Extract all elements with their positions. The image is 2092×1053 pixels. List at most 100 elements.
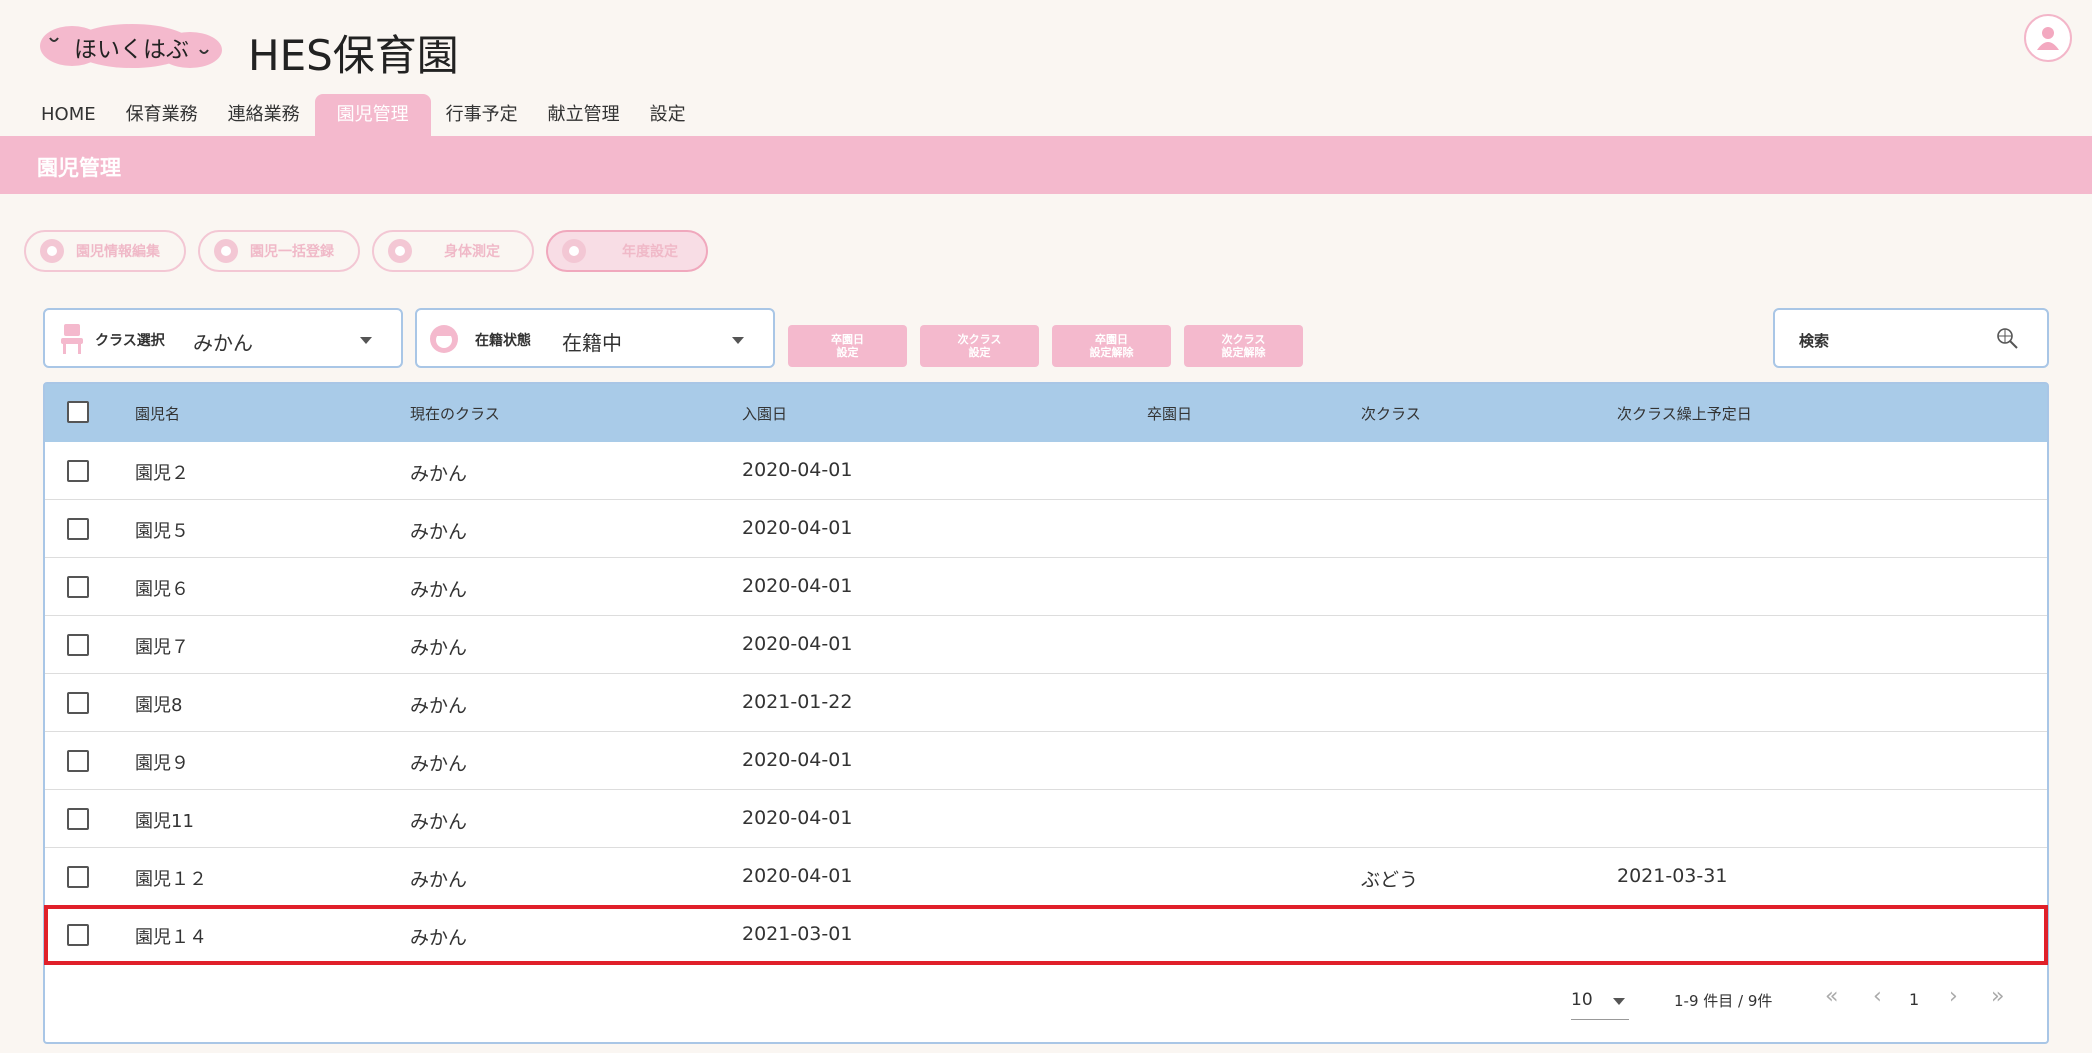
button-line: 設定 xyxy=(968,346,991,359)
star-icon xyxy=(562,239,586,263)
button-line: 設定 xyxy=(836,346,859,359)
chair-icon xyxy=(61,324,83,354)
user-icon xyxy=(2037,27,2059,50)
nav-menu[interactable]: 献立管理 xyxy=(533,94,635,136)
table-header: 園児名 現在のクラス 入園日 卒園日 次クラス 次クラス繰上予定日 xyxy=(45,384,2047,442)
main-nav: HOME 保育業務 連絡業務 園児管理 行事予定 献立管理 設定 xyxy=(26,94,701,136)
nav-settings[interactable]: 設定 xyxy=(635,94,701,136)
cell-entry-date: 2020-04-01 xyxy=(742,633,853,655)
table-row[interactable]: 園児９ みかん 2020-04-01 xyxy=(45,732,2047,790)
page-banner xyxy=(0,136,2092,194)
cell-entry-date: 2021-03-01 xyxy=(742,923,853,945)
status-select-label: 在籍状態 xyxy=(475,333,531,349)
select-all-checkbox[interactable] xyxy=(67,401,89,423)
row-checkbox[interactable] xyxy=(67,750,89,772)
cell-name: 園児６ xyxy=(135,579,189,600)
next-class-set-button[interactable]: 次クラス 設定 xyxy=(920,325,1039,367)
table-row[interactable]: 園児２ みかん 2020-04-01 xyxy=(45,442,2047,500)
nav-home[interactable]: HOME xyxy=(26,94,111,136)
nav-childcare[interactable]: 保育業務 xyxy=(111,94,213,136)
table-row[interactable]: 園児１２ みかん 2020-04-01 ぶどう 2021-03-31 xyxy=(45,848,2047,906)
cell-name: 園児１２ xyxy=(135,869,207,890)
pager-range: 1-9 件目 / 9件 xyxy=(1674,992,1773,1010)
cell-entry-date: 2020-04-01 xyxy=(742,575,853,597)
body-measure-button[interactable]: 身体測定 xyxy=(372,230,534,272)
row-checkbox[interactable] xyxy=(67,518,89,540)
last-page-icon[interactable]: » xyxy=(1991,984,2004,1009)
col-next-class[interactable]: 次クラス xyxy=(1361,403,1421,424)
year-setting-label: 年度設定 xyxy=(622,244,678,260)
row-checkbox[interactable] xyxy=(67,460,89,482)
bulk-register-button[interactable]: 園児一括登録 xyxy=(198,230,360,272)
child-icon xyxy=(40,239,64,263)
class-select[interactable]: クラス選択 みかん xyxy=(43,308,403,368)
table-row[interactable]: 園児７ みかん 2020-04-01 xyxy=(45,616,2047,674)
cell-entry-date: 2020-04-01 xyxy=(742,865,853,887)
logo-text: ほいくはぶ xyxy=(74,37,189,63)
bulk-register-label: 園児一括登録 xyxy=(250,244,334,260)
table-row[interactable]: 園児8 みかん 2021-01-22 xyxy=(45,674,2047,732)
chevron-down-icon xyxy=(1613,998,1625,1005)
cell-entry-date: 2020-04-01 xyxy=(742,807,853,829)
col-current-class[interactable]: 現在のクラス xyxy=(410,403,500,424)
cell-current-class: みかん xyxy=(410,753,468,775)
status-select[interactable]: 在籍状態 在籍中 xyxy=(415,308,775,368)
chevron-down-icon xyxy=(360,337,372,344)
next-page-icon[interactable]: › xyxy=(1949,984,1958,1009)
cell-current-class: みかん xyxy=(410,927,468,949)
search-label: 検索 xyxy=(1799,332,1830,350)
chevron-down-icon xyxy=(732,337,744,344)
cell-next-class-date: 2021-03-31 xyxy=(1617,865,1728,887)
edit-child-info-label: 園児情報編集 xyxy=(76,244,160,260)
button-line: 設定解除 xyxy=(1221,346,1266,359)
table-row[interactable]: 園児５ みかん 2020-04-01 xyxy=(45,500,2047,558)
cell-current-class: みかん xyxy=(410,463,468,485)
nav-child-management[interactable]: 園児管理 xyxy=(314,94,431,136)
prev-page-icon[interactable]: ‹ xyxy=(1873,984,1882,1009)
col-name[interactable]: 園児名 xyxy=(135,403,180,424)
row-checkbox[interactable] xyxy=(67,866,89,888)
cell-entry-date: 2021-01-22 xyxy=(742,691,853,713)
col-graduation-date[interactable]: 卒園日 xyxy=(1147,403,1192,424)
nav-communication[interactable]: 連絡業務 xyxy=(213,94,315,136)
row-checkbox[interactable] xyxy=(67,692,89,714)
cell-entry-date: 2020-04-01 xyxy=(742,517,853,539)
table-row[interactable]: 園児６ みかん 2020-04-01 xyxy=(45,558,2047,616)
table-row[interactable]: 園児１４ みかん 2021-03-01 xyxy=(44,905,2048,965)
site-title: HES保育園 xyxy=(248,31,459,80)
year-setting-button[interactable]: 年度設定 xyxy=(546,230,708,272)
cell-current-class: みかん xyxy=(410,637,468,659)
user-avatar[interactable] xyxy=(2024,14,2072,62)
edit-child-info-button[interactable]: 園児情報編集 xyxy=(24,230,186,272)
child-face-icon xyxy=(430,325,458,353)
nav-events[interactable]: 行事予定 xyxy=(431,94,533,136)
cell-current-class: みかん xyxy=(410,869,468,891)
cell-name: 園児７ xyxy=(135,637,189,658)
col-next-class-date[interactable]: 次クラス繰上予定日 xyxy=(1617,403,1752,424)
graduation-date-clear-button[interactable]: 卒園日 設定解除 xyxy=(1052,325,1171,367)
cell-next-class: ぶどう xyxy=(1361,869,1419,891)
table-row[interactable]: 園児11 みかん 2020-04-01 xyxy=(45,790,2047,848)
cell-current-class: みかん xyxy=(410,695,468,717)
body-measure-label: 身体測定 xyxy=(444,244,500,260)
row-checkbox[interactable] xyxy=(67,924,89,946)
cell-name: 園児11 xyxy=(135,811,194,832)
group-icon xyxy=(214,239,238,263)
graduation-date-set-button[interactable]: 卒園日 設定 xyxy=(788,325,907,367)
col-entry-date[interactable]: 入園日 xyxy=(742,403,787,424)
row-checkbox[interactable] xyxy=(67,634,89,656)
class-select-label: クラス選択 xyxy=(95,333,165,349)
cell-entry-date: 2020-04-01 xyxy=(742,459,853,481)
status-select-value: 在籍中 xyxy=(562,331,622,355)
next-class-clear-button[interactable]: 次クラス 設定解除 xyxy=(1184,325,1303,367)
first-page-icon[interactable]: « xyxy=(1825,984,1838,1009)
button-line: 設定解除 xyxy=(1089,346,1134,359)
search-input[interactable]: 検索 xyxy=(1773,308,2049,368)
cell-current-class: みかん xyxy=(410,521,468,543)
row-checkbox[interactable] xyxy=(67,576,89,598)
row-checkbox[interactable] xyxy=(67,808,89,830)
children-table: 園児名 現在のクラス 入園日 卒園日 次クラス 次クラス繰上予定日 園児２ みかん… xyxy=(43,382,2049,1044)
page-size-select[interactable]: 10 xyxy=(1571,984,1629,1020)
cell-name: 園児２ xyxy=(135,463,189,484)
search-icon xyxy=(1997,328,2018,349)
